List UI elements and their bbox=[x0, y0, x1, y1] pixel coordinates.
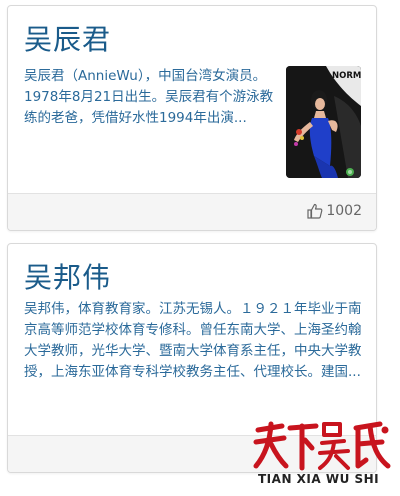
like-count: 1002 bbox=[326, 203, 362, 219]
watermark-calligraphy bbox=[253, 421, 391, 471]
person-description: 吴邦伟，体育教育家。江苏无锡人。１９２１年毕业于南京高等师范学校体育专修科。曾任… bbox=[24, 301, 362, 380]
thumbs-up-icon bbox=[307, 203, 323, 219]
watermark-logo: TIAN XIA WU SHI bbox=[252, 416, 392, 490]
watermark-text: TIAN XIA WU SHI bbox=[258, 472, 380, 486]
person-name-link[interactable]: 吴辰君 bbox=[24, 18, 111, 58]
person-name-link[interactable]: 吴邦伟 bbox=[24, 256, 111, 296]
person-description: 吴辰君（AnnieWu），中国台湾女演员。1978年8月21日出生。吴辰君有个游… bbox=[24, 68, 274, 126]
person-card[interactable]: 吴辰君 吴辰君（AnnieWu），中国台湾女演员。1978年8月21日出生。吴辰… bbox=[7, 5, 377, 231]
like-button[interactable]: 1002 bbox=[307, 203, 362, 219]
person-photo[interactable]: NORMAN bbox=[286, 66, 361, 178]
photo-sign-text: NORMAN bbox=[332, 71, 361, 81]
card-footer: 1002 bbox=[8, 193, 376, 230]
